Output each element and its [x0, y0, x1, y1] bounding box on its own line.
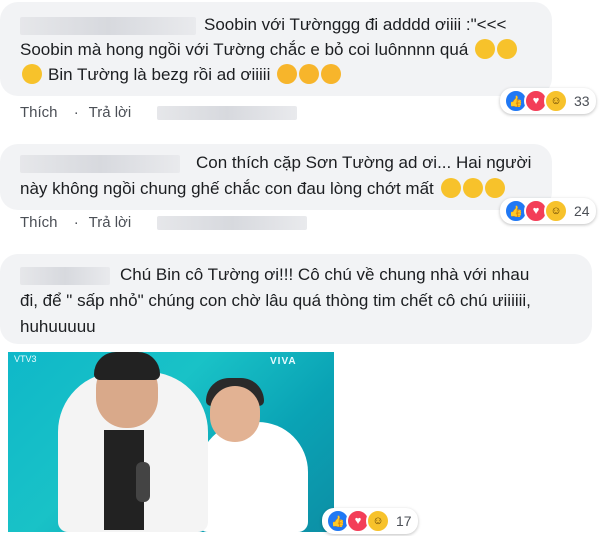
heart-eyes-emoji-icon [321, 63, 342, 84]
comment-actions: Thích · Trả lời [20, 214, 319, 231]
redacted-name [20, 266, 110, 285]
reaction-count: 17 [396, 513, 412, 529]
singer-head [210, 386, 260, 442]
comment-3-line-3: huhuuuuu [20, 317, 96, 336]
haha-icon: ☺ [544, 89, 568, 113]
laughing-emoji-icon [440, 177, 461, 198]
crying-emoji-icon [497, 38, 518, 59]
haha-icon: ☺ [366, 509, 390, 533]
haha-icon: ☺ [544, 199, 568, 223]
comment-actions: Thích · Trả lời [20, 104, 309, 121]
comment-3-line-1: Chú Bin cô Tường ơi!!! Cô chú về chung n… [20, 262, 529, 288]
channel-logo: VTV3 [14, 354, 37, 364]
reaction-count: 33 [574, 93, 590, 109]
laughing-emoji-icon [484, 177, 505, 198]
like-link[interactable]: Thích [20, 104, 58, 121]
attached-photo[interactable]: VTV3 VIVA [8, 352, 334, 532]
comment-2-line-1: Con thích cặp Sơn Tường ad ơi... Hai ngư… [20, 150, 531, 176]
reaction-summary[interactable]: 👍 ♥ ☺ 33 [500, 88, 596, 114]
microphone [136, 462, 150, 502]
comment-1-line-3: Bin Tường là bezg rồi ad ơiiiii [20, 62, 342, 88]
reaction-count: 24 [574, 203, 590, 219]
reaction-summary[interactable]: 👍 ♥ ☺ 24 [500, 198, 596, 224]
redacted-name [20, 16, 196, 35]
heart-eyes-emoji-icon [277, 63, 298, 84]
comment-2-line-2: này không ngồi chung ghế chắc con đau lò… [20, 176, 505, 202]
singer-figure [198, 422, 308, 532]
comment-1-line-1: Soobin với Tườnggg đi adddd ơiiii :"<<< [20, 12, 506, 38]
like-link[interactable]: Thích [20, 214, 58, 231]
viva-logo: VIVA [270, 356, 297, 367]
redacted-timestamp [157, 216, 308, 231]
singer-hair [94, 352, 160, 380]
redacted-name [20, 154, 180, 173]
crying-emoji-icon [22, 63, 42, 84]
laughing-emoji-icon [462, 177, 483, 198]
reply-link[interactable]: Trả lời [89, 104, 132, 121]
reaction-summary[interactable]: 👍 ♥ ☺ 17 [322, 508, 418, 534]
reply-link[interactable]: Trả lời [89, 214, 132, 231]
comment-3-line-2: đi, để " sấp nhỏ" chúng con chờ lâu quá … [20, 291, 531, 310]
redacted-timestamp [157, 106, 298, 121]
crying-emoji-icon [475, 38, 496, 59]
comment-1-line-2: Soobin mà hong ngồi với Tường chắc e bỏ … [20, 37, 518, 63]
heart-eyes-emoji-icon [299, 63, 320, 84]
